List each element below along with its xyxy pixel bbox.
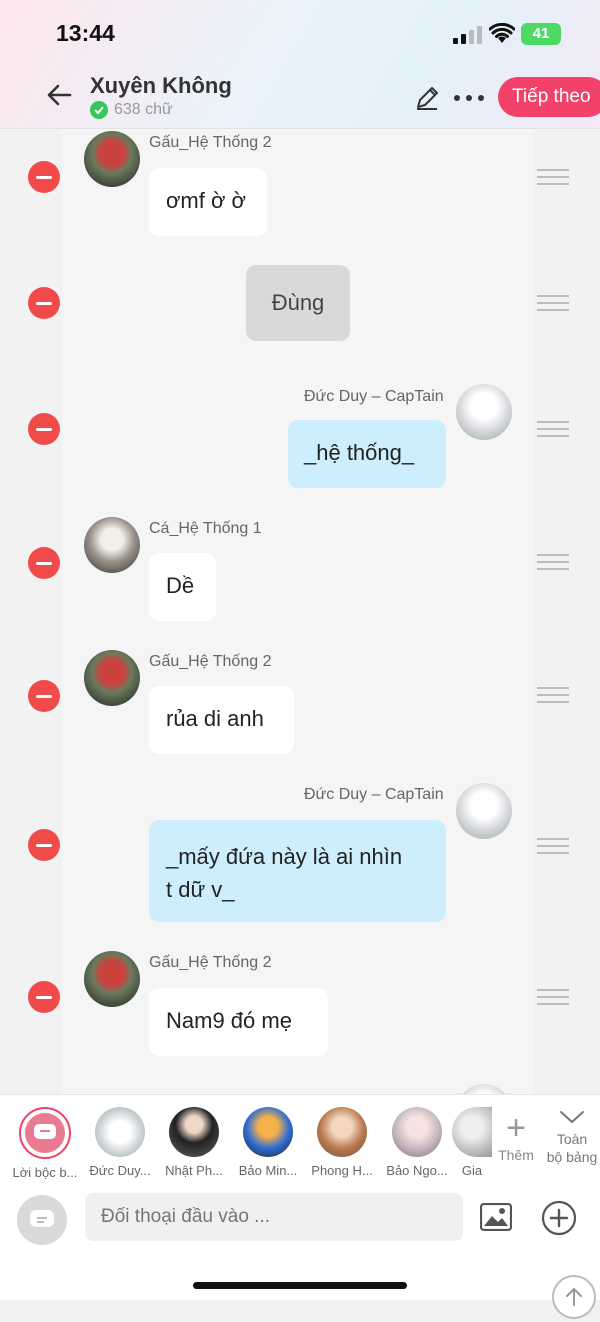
character-chip[interactable]: Phong H... [306,1107,378,1178]
chat-bubble-icon [25,1113,65,1153]
message-bubble[interactable]: _mấy đứa này là ai nhìn t dữ v_ [149,820,446,922]
add-label: Thêm [498,1147,534,1163]
drag-handle-icon[interactable] [537,169,569,185]
avatar [84,517,140,573]
minus-icon[interactable] [28,981,60,1013]
character-label: Lời bộc b... [12,1165,78,1180]
chat-area[interactable]: Gấu_Hệ Thống 2 ơmf ờ ờ Đùng Đức Duy – Ca… [0,129,600,1094]
checkmark-icon [90,101,108,119]
avatar [84,951,140,1007]
wifi-icon [489,23,515,43]
avatar [392,1107,442,1157]
home-indicator [193,1282,407,1289]
message-bubble[interactable]: ơmf ờ ờ [149,168,267,236]
avatar [84,650,140,706]
battery-indicator: 41 [521,23,561,45]
message-bubble[interactable]: _hệ thống_ [288,420,446,488]
next-button[interactable]: Tiếp theo [498,77,600,117]
minus-icon[interactable] [28,287,60,319]
drag-handle-icon[interactable] [537,421,569,437]
avatar [456,783,512,839]
character-chip[interactable]: Bảo Min... [232,1107,304,1178]
character-label: Nhật Ph... [165,1163,223,1178]
pencil-icon[interactable] [413,84,441,112]
more-dots-icon[interactable] [452,92,486,104]
word-count: 638 chữ [114,101,173,118]
add-circle-icon[interactable] [541,1200,577,1236]
narration-mode-button[interactable] [17,1195,67,1245]
avatar [84,131,140,187]
character-label: Đức Duy... [89,1163,151,1178]
character-label: Bảo Min... [238,1163,298,1178]
minus-icon[interactable] [28,829,60,861]
add-character-button[interactable]: + Thêm [496,1109,536,1163]
message-bubble[interactable]: Nam9 đó mẹ [149,988,328,1056]
arrow-up-icon[interactable] [552,1275,596,1319]
expand-label-1: Toàn [556,1131,588,1147]
character-chip[interactable]: Gia [452,1107,492,1178]
top-bar: 13:44 41 Xuyên Không 638 chữ Tiếp theo [0,0,600,129]
speaker-name: Gấu_Hệ Thống 2 [149,134,272,151]
message-input[interactable] [85,1193,463,1241]
speaker-name: Đức Duy – CapTain [304,786,444,803]
back-arrow-icon[interactable] [44,80,74,110]
speaker-name: Gấu_Hệ Thống 2 [149,653,272,670]
speaker-name: Đức Duy – CapTain [304,388,444,405]
status-time: 13:44 [56,20,115,46]
drag-handle-icon[interactable] [537,838,569,854]
character-chip[interactable]: Nhật Ph... [158,1107,230,1178]
expand-all-button[interactable]: Toàn bộ bảng [542,1109,600,1166]
message-line: t dữ v_ [166,877,235,902]
avatar [169,1107,219,1157]
message-bubble[interactable]: Dề [149,553,216,621]
character-label: Gia [461,1163,483,1178]
speaker-name: Cá_Hệ Thống 1 [149,520,262,537]
avatar [456,384,512,440]
character-chip[interactable]: Đức Duy... [84,1107,156,1178]
narration-bubble[interactable]: Đùng [246,265,350,341]
plus-icon: + [506,1109,526,1147]
avatar [452,1107,492,1157]
message-bubble[interactable]: rủa di anh [149,686,294,754]
drag-handle-icon[interactable] [537,989,569,1005]
speaker-name: Gấu_Hệ Thống 2 [149,954,272,971]
story-title: Xuyên Không [90,73,232,98]
chat-bubble-icon [30,1210,54,1227]
word-count-row: 638 chữ [90,101,173,119]
narrator-avatar [19,1107,71,1159]
input-row [0,1193,600,1249]
avatar [317,1107,367,1157]
minus-icon[interactable] [28,413,60,445]
image-icon[interactable] [480,1203,512,1231]
minus-icon[interactable] [28,161,60,193]
cell-signal-icon [453,26,482,44]
character-label: Bảo Ngo... [386,1163,448,1178]
composer-panel: Lời bộc b... Đức Duy... Nhật Ph... Bảo M… [0,1094,600,1319]
avatar [243,1107,293,1157]
avatar [95,1107,145,1157]
minus-icon[interactable] [28,547,60,579]
character-chip[interactable]: Bảo Ngo... [381,1107,453,1178]
drag-handle-icon[interactable] [537,687,569,703]
minus-icon[interactable] [28,680,60,712]
character-label: Phong H... [311,1163,373,1178]
drag-handle-icon[interactable] [537,554,569,570]
expand-label-2: bộ bảng [546,1149,598,1165]
character-narrator[interactable]: Lời bộc b... [9,1107,81,1180]
chevron-down-icon [560,1111,584,1124]
message-line: _mấy đứa này là ai nhìn [166,844,403,869]
drag-handle-icon[interactable] [537,295,569,311]
